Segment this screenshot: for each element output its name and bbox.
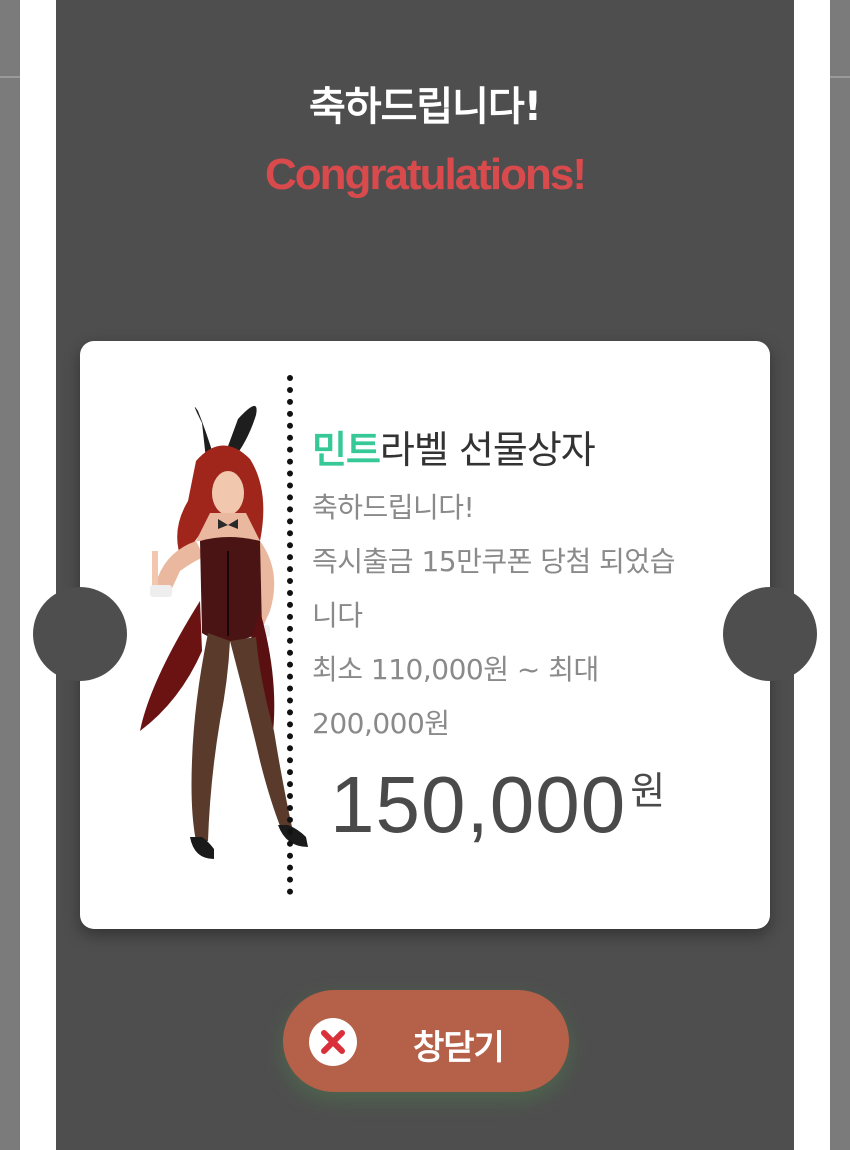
prize-amount-unit: 원 (630, 769, 666, 813)
close-icon (309, 1018, 357, 1066)
description-line: 최소 110,000원 ~ 최대 (312, 653, 599, 686)
prize-amount-value: 150,000 (330, 760, 627, 849)
description-line: 즉시출금 15만쿠폰 당첨 되었습 (312, 545, 675, 578)
ticket-perforation (287, 375, 299, 895)
modal-title-english: Congratulations! (265, 150, 587, 199)
description-line: 200,000원 (312, 707, 450, 740)
ticket-notch-right (723, 587, 817, 681)
description-line: 축하드립니다! (312, 491, 475, 524)
ticket-description: 축하드립니다! 즉시출금 15만쿠폰 당첨 되었습 니다 최소 110,000원… (312, 481, 732, 751)
product-name-accent: 민트 (312, 428, 381, 472)
product-name: 민트라벨 선물상자 (312, 419, 596, 474)
modal-title-korean: 축하드립니다! (308, 84, 542, 130)
close-window-button[interactable]: 창닫기 (283, 990, 569, 1092)
description-line: 니다 (312, 599, 363, 632)
prize-amount: 150,000 원 (330, 759, 665, 851)
gift-ticket-card: 민트라벨 선물상자 축하드립니다! 즉시출금 15만쿠폰 당첨 되었습 니다 최… (33, 341, 817, 929)
product-name-rest: 라벨 선물상자 (379, 428, 596, 472)
close-button-label: 창닫기 (413, 1028, 505, 1068)
